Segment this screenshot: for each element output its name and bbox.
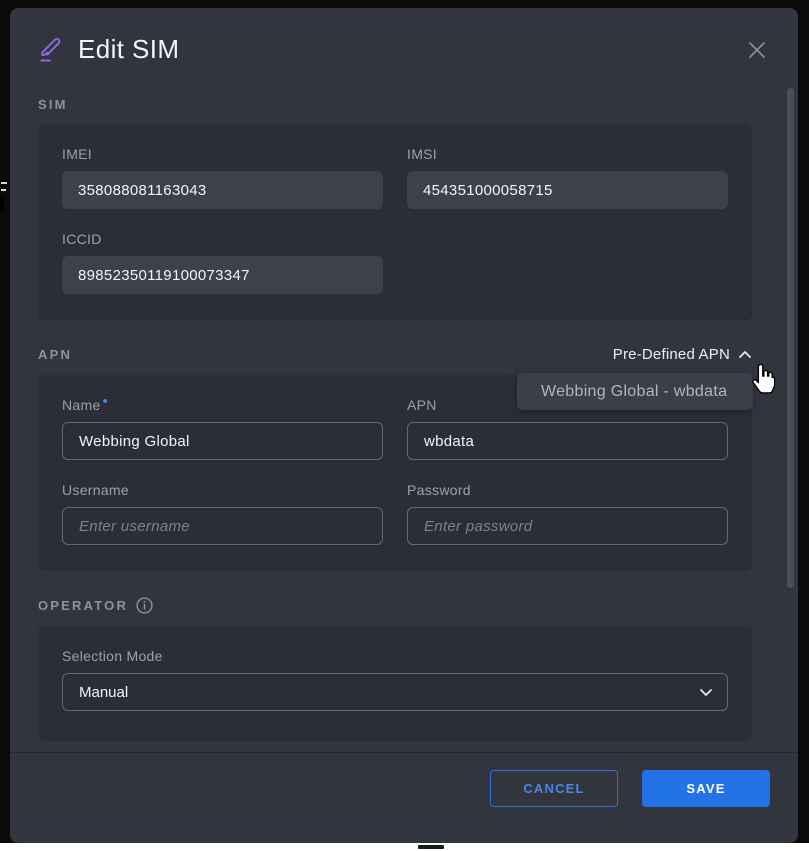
modal-header: Edit SIM xyxy=(10,8,798,75)
chevron-down-icon xyxy=(699,685,713,699)
edge-artifact xyxy=(1,189,6,191)
operator-section-label: OPERATOR xyxy=(38,598,128,613)
save-button[interactable]: SAVE xyxy=(642,770,770,807)
edit-pencil-icon xyxy=(38,36,66,64)
imsi-label: IMSI xyxy=(407,146,728,162)
required-marker: • xyxy=(103,393,109,410)
apn-name-field-group: Name• xyxy=(62,397,383,460)
modal-title: Edit SIM xyxy=(78,34,179,65)
imsi-field-group: IMSI xyxy=(407,146,728,209)
apn-name-label: Name• xyxy=(62,397,383,413)
apn-apn-input[interactable] xyxy=(407,422,728,460)
selection-mode-label: Selection Mode xyxy=(62,648,728,664)
info-icon[interactable] xyxy=(136,597,153,614)
apn-username-field-group: Username xyxy=(62,482,383,545)
cancel-button[interactable]: CANCEL xyxy=(490,770,618,807)
operator-card: Selection Mode Manual xyxy=(38,626,752,741)
edge-artifact xyxy=(0,196,4,212)
dropdown-option-webbing-global[interactable]: Webbing Global - wbdata xyxy=(541,383,727,401)
apn-password-input[interactable] xyxy=(407,507,728,545)
modal-body: SIM IMEI IMSI ICCID AP xyxy=(10,75,798,752)
edge-artifact xyxy=(1,182,7,184)
sim-card: IMEI IMSI ICCID xyxy=(38,124,752,320)
selection-mode-select[interactable]: Manual xyxy=(62,673,728,711)
imei-field-group: IMEI xyxy=(62,146,383,209)
apn-username-input[interactable] xyxy=(62,507,383,545)
predefined-apn-dropdown: Webbing Global - wbdata xyxy=(517,373,753,410)
sim-section-label: SIM xyxy=(38,97,68,112)
selection-mode-field-group: Selection Mode Manual xyxy=(62,648,728,711)
imsi-input[interactable] xyxy=(407,171,728,209)
apn-password-label: Password xyxy=(407,482,728,498)
selection-mode-value: Manual xyxy=(79,684,128,701)
scrollbar-thumb[interactable] xyxy=(787,88,794,588)
apn-section-label: APN xyxy=(38,347,72,362)
iccid-label: ICCID xyxy=(62,231,383,247)
apn-username-label: Username xyxy=(62,482,383,498)
close-icon[interactable] xyxy=(744,37,770,63)
imei-label: IMEI xyxy=(62,146,383,162)
apn-name-input[interactable] xyxy=(62,422,383,460)
chevron-up-icon xyxy=(738,348,752,362)
modal-footer: CANCEL SAVE xyxy=(10,752,798,843)
imei-input[interactable] xyxy=(62,171,383,209)
predefined-apn-label: Pre-Defined APN xyxy=(613,346,730,363)
underlying-page-strip xyxy=(0,843,809,851)
underlying-page-text-artifact xyxy=(418,845,444,849)
iccid-input[interactable] xyxy=(62,256,383,294)
iccid-field-group: ICCID xyxy=(62,231,383,294)
predefined-apn-trigger[interactable]: Pre-Defined APN xyxy=(613,346,752,363)
edit-sim-modal: Edit SIM SIM IMEI IMSI xyxy=(10,8,798,843)
apn-password-field-group: Password xyxy=(407,482,728,545)
